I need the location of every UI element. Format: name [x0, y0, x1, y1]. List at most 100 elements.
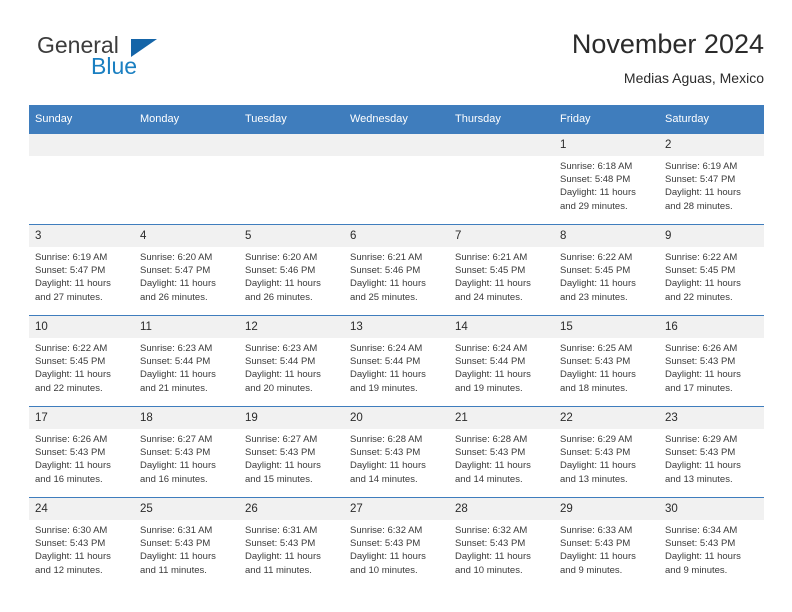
- day-detail-sunrise: Sunrise: 6:21 AM: [455, 252, 528, 263]
- calendar-day-cell[interactable]: 16 Sunrise: 6:26 AM Sunset: 5:43 PM Dayligh…: [659, 315, 764, 407]
- day-detail-sunrise: Sunrise: 6:30 AM: [35, 525, 108, 536]
- day-detail-sunset: Sunset: 5:43 PM: [455, 447, 526, 459]
- calendar-day-cell[interactable]: 11 Sunrise: 6:23 AM Sunset: 5:44 PM Dayligh…: [134, 315, 239, 407]
- day-detail-sunrise: Sunrise: 6:34 AM: [665, 525, 738, 536]
- day-details: Sunrise: 6:22 AM Sunset: 5:45 PM Daylight:…: [554, 247, 659, 304]
- day-detail-daylight-line1: Daylight: 11 hours: [665, 551, 741, 563]
- day-detail-sunrise: Sunrise: 6:19 AM: [35, 252, 108, 263]
- day-details: Sunrise: 6:31 AM Sunset: 5:43 PM Daylight:…: [134, 520, 239, 577]
- day-details: Sunrise: 6:19 AM Sunset: 5:47 PM Daylight:…: [29, 247, 134, 304]
- day-detail-daylight-line1: Daylight: 11 hours: [35, 551, 111, 563]
- day-detail-daylight-line2: and 20 minutes.: [245, 382, 313, 394]
- general-blue-logo[interactable]: General Blue: [29, 32, 259, 88]
- day-detail-sunrise: Sunrise: 6:27 AM: [140, 434, 213, 445]
- calendar-day-cell[interactable]: 8 Sunrise: 6:22 AM Sunset: 5:45 PM Daylight…: [554, 224, 659, 316]
- day-detail-sunrise: Sunrise: 6:22 AM: [665, 252, 738, 263]
- calendar-day-cell[interactable]: 13 Sunrise: 6:24 AM Sunset: 5:44 PM Dayligh…: [344, 315, 449, 407]
- day-detail-daylight-line2: and 22 minutes.: [35, 382, 103, 394]
- day-detail-sunrise: Sunrise: 6:32 AM: [350, 525, 423, 536]
- calendar-day-cell[interactable]: 18 Sunrise: 6:27 AM Sunset: 5:43 PM Dayligh…: [134, 406, 239, 498]
- calendar-day-cell[interactable]: 15 Sunrise: 6:25 AM Sunset: 5:43 PM Dayligh…: [554, 315, 659, 407]
- calendar-day-cell[interactable]: 23 Sunrise: 6:29 AM Sunset: 5:43 PM Dayligh…: [659, 406, 764, 498]
- calendar-day-cell[interactable]: 28 Sunrise: 6:32 AM Sunset: 5:43 PM Dayligh…: [449, 497, 554, 588]
- day-number: 12: [239, 316, 344, 338]
- day-detail-daylight-line2: and 13 minutes.: [560, 473, 628, 485]
- day-number: 9: [659, 225, 764, 247]
- day-number: 15: [554, 316, 659, 338]
- calendar-body: 1 Sunrise: 6:18 AM Sunset: 5:48 PM Daylight…: [29, 133, 764, 588]
- day-detail-daylight-line1: Daylight: 11 hours: [665, 187, 741, 199]
- day-details: Sunrise: 6:33 AM Sunset: 5:43 PM Daylight:…: [554, 520, 659, 577]
- calendar-day-cell[interactable]: 24 Sunrise: 6:30 AM Sunset: 5:43 PM Dayligh…: [29, 497, 134, 588]
- calendar-day-cell[interactable]: 4 Sunrise: 6:20 AM Sunset: 5:47 PM Daylight…: [134, 224, 239, 316]
- day-detail-daylight-line2: and 9 minutes.: [560, 564, 623, 576]
- day-detail-sunset: Sunset: 5:44 PM: [350, 356, 421, 368]
- day-detail-daylight-line2: and 29 minutes.: [560, 200, 628, 212]
- day-detail-daylight-line1: Daylight: 11 hours: [140, 460, 216, 472]
- calendar-day-cell[interactable]: 6 Sunrise: 6:21 AM Sunset: 5:46 PM Daylight…: [344, 224, 449, 316]
- day-detail-daylight-line1: Daylight: 11 hours: [350, 278, 426, 290]
- calendar-day-cell[interactable]: 3 Sunrise: 6:19 AM Sunset: 5:47 PM Daylight…: [29, 224, 134, 316]
- day-number: 8: [554, 225, 659, 247]
- day-detail-sunset: Sunset: 5:43 PM: [35, 447, 106, 459]
- day-detail-sunset: Sunset: 5:45 PM: [455, 265, 526, 277]
- calendar-day-cell[interactable]: 26 Sunrise: 6:31 AM Sunset: 5:43 PM Dayligh…: [239, 497, 344, 588]
- calendar-day-cell[interactable]: 2 Sunrise: 6:19 AM Sunset: 5:47 PM Daylight…: [659, 133, 764, 225]
- day-detail-daylight-line2: and 23 minutes.: [560, 291, 628, 303]
- calendar-day-cell[interactable]: 1 Sunrise: 6:18 AM Sunset: 5:48 PM Daylight…: [554, 133, 659, 225]
- weekday-header-monday: Monday: [134, 105, 239, 134]
- day-detail-daylight-line2: and 14 minutes.: [350, 473, 418, 485]
- calendar-day-cell[interactable]: 10 Sunrise: 6:22 AM Sunset: 5:45 PM Dayligh…: [29, 315, 134, 407]
- calendar-day-cell[interactable]: 27 Sunrise: 6:32 AM Sunset: 5:43 PM Dayligh…: [344, 497, 449, 588]
- day-detail-daylight-line2: and 10 minutes.: [455, 564, 523, 576]
- day-detail-daylight-line1: Daylight: 11 hours: [350, 369, 426, 381]
- day-number: 23: [659, 407, 764, 429]
- page-subtitle: Medias Aguas, Mexico: [623, 70, 764, 86]
- day-number: 26: [239, 498, 344, 520]
- day-detail-daylight-line2: and 15 minutes.: [245, 473, 313, 485]
- calendar-table: Sunday Monday Tuesday Wednesday Thursday…: [29, 105, 764, 588]
- calendar-day-cell[interactable]: 7 Sunrise: 6:21 AM Sunset: 5:45 PM Daylight…: [449, 224, 554, 316]
- day-detail-daylight-line2: and 24 minutes.: [455, 291, 523, 303]
- day-detail-sunset: Sunset: 5:43 PM: [665, 447, 736, 459]
- calendar-day-cell[interactable]: 19 Sunrise: 6:27 AM Sunset: 5:43 PM Dayligh…: [239, 406, 344, 498]
- calendar-day-cell[interactable]: 9 Sunrise: 6:22 AM Sunset: 5:45 PM Daylight…: [659, 224, 764, 316]
- day-number: 17: [29, 407, 134, 429]
- calendar-week-row: 1 Sunrise: 6:18 AM Sunset: 5:48 PM Daylight…: [29, 133, 764, 225]
- day-detail-sunset: Sunset: 5:43 PM: [455, 538, 526, 550]
- calendar-day-cell[interactable]: 5 Sunrise: 6:20 AM Sunset: 5:46 PM Daylight…: [239, 224, 344, 316]
- calendar-page: General Blue November 2024 Medias Aguas,…: [0, 0, 792, 612]
- day-detail-sunrise: Sunrise: 6:24 AM: [350, 343, 423, 354]
- day-details: Sunrise: 6:26 AM Sunset: 5:43 PM Daylight:…: [659, 338, 764, 395]
- day-details: Sunrise: 6:21 AM Sunset: 5:45 PM Daylight:…: [449, 247, 554, 304]
- calendar-day-cell[interactable]: 21 Sunrise: 6:28 AM Sunset: 5:43 PM Dayligh…: [449, 406, 554, 498]
- calendar-day-cell[interactable]: 12 Sunrise: 6:23 AM Sunset: 5:44 PM Dayligh…: [239, 315, 344, 407]
- calendar-day-cell[interactable]: 14 Sunrise: 6:24 AM Sunset: 5:44 PM Dayligh…: [449, 315, 554, 407]
- day-detail-daylight-line1: Daylight: 11 hours: [245, 460, 321, 472]
- day-detail-sunrise: Sunrise: 6:32 AM: [455, 525, 528, 536]
- calendar-day-cell[interactable]: 29 Sunrise: 6:33 AM Sunset: 5:43 PM Dayligh…: [554, 497, 659, 588]
- day-detail-sunset: Sunset: 5:48 PM: [560, 174, 631, 186]
- day-detail-daylight-line2: and 22 minutes.: [665, 291, 733, 303]
- calendar-day-cell[interactable]: 17 Sunrise: 6:26 AM Sunset: 5:43 PM Dayligh…: [29, 406, 134, 498]
- day-number: 21: [449, 407, 554, 429]
- day-number: 7: [449, 225, 554, 247]
- calendar-day-cell[interactable]: 20 Sunrise: 6:28 AM Sunset: 5:43 PM Dayligh…: [344, 406, 449, 498]
- day-number: 24: [29, 498, 134, 520]
- day-detail-sunrise: Sunrise: 6:20 AM: [140, 252, 213, 263]
- calendar-day-cell[interactable]: 30 Sunrise: 6:34 AM Sunset: 5:43 PM Dayligh…: [659, 497, 764, 588]
- day-detail-sunset: Sunset: 5:45 PM: [35, 356, 106, 368]
- day-detail-sunset: Sunset: 5:43 PM: [245, 538, 316, 550]
- day-detail-daylight-line2: and 28 minutes.: [665, 200, 733, 212]
- day-detail-daylight-line1: Daylight: 11 hours: [560, 187, 636, 199]
- day-detail-sunset: Sunset: 5:43 PM: [140, 538, 211, 550]
- calendar-day-cell[interactable]: 22 Sunrise: 6:29 AM Sunset: 5:43 PM Dayligh…: [554, 406, 659, 498]
- day-number: [29, 134, 134, 156]
- calendar-day-cell[interactable]: 25 Sunrise: 6:31 AM Sunset: 5:43 PM Dayligh…: [134, 497, 239, 588]
- day-detail-daylight-line2: and 25 minutes.: [350, 291, 418, 303]
- day-number: 2: [659, 134, 764, 156]
- day-detail-daylight-line1: Daylight: 11 hours: [35, 460, 111, 472]
- page-title: November 2024: [571, 29, 764, 59]
- day-number: 27: [344, 498, 449, 520]
- day-number: 28: [449, 498, 554, 520]
